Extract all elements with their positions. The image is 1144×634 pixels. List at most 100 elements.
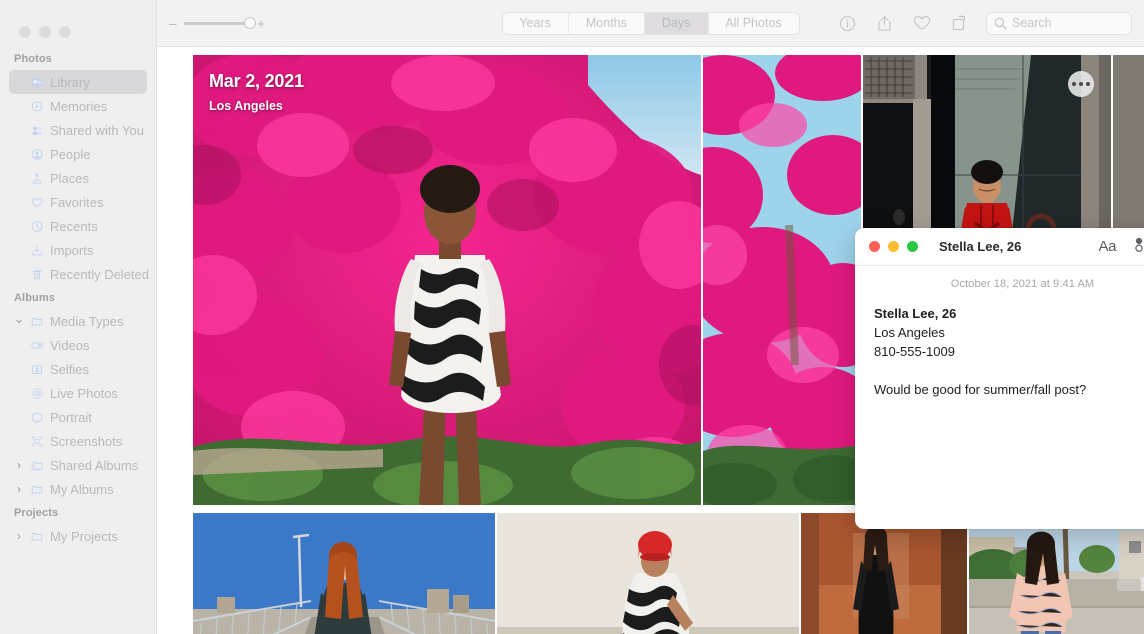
- sidebar-item-label: Media Types: [50, 313, 124, 329]
- search-input[interactable]: Search: [986, 11, 1132, 35]
- sidebar-item-label: Shared Albums: [50, 457, 139, 473]
- notes-blank-line: [874, 361, 1144, 380]
- notes-line: 810-555-1009: [874, 344, 955, 359]
- zoom-slider-knob[interactable]: [244, 17, 256, 29]
- sidebar-item-places[interactable]: Places: [9, 166, 147, 190]
- search-placeholder: Search: [1012, 16, 1052, 30]
- notes-line: Would be good for summer/fall post?: [874, 382, 1087, 397]
- people-icon: [31, 148, 43, 160]
- share-icon[interactable]: [876, 14, 893, 32]
- photo-tile-street[interactable]: [969, 513, 1144, 634]
- chevron-right-icon[interactable]: ›: [14, 483, 24, 495]
- window-traffic-lights: [0, 0, 156, 47]
- sidebar-item-media-types[interactable]: ⌄ Media Types: [9, 309, 147, 333]
- sidebar-item-label: Recents: [50, 218, 98, 234]
- zoom-slider-track[interactable]: [184, 17, 256, 29]
- photo-tile-bridge[interactable]: [193, 513, 495, 634]
- sidebar-item-label: Videos: [50, 337, 90, 353]
- sidebar-item-portrait[interactable]: Portrait: [9, 405, 147, 429]
- notes-traffic-lights: [869, 241, 918, 252]
- notes-date: October 18, 2021 at 9:41 AM: [950, 278, 1095, 290]
- tab-months[interactable]: Months: [569, 12, 645, 34]
- import-arrow-icon: [31, 244, 43, 256]
- view-mode-segmented-control[interactable]: Years Months Days All Photos: [501, 11, 800, 35]
- tab-years[interactable]: Years: [502, 12, 569, 34]
- photos-library-icon: [31, 76, 43, 88]
- sidebar-item-label: Portrait: [50, 409, 92, 425]
- close-button[interactable]: [19, 26, 31, 38]
- chevron-right-icon[interactable]: ›: [14, 459, 24, 471]
- sidebar-item-my-projects[interactable]: › My Projects: [9, 524, 147, 548]
- notes-title: Stella Lee, 26: [939, 239, 1022, 254]
- live-photo-icon: [31, 387, 43, 399]
- sidebar-item-recently-deleted[interactable]: Recently Deleted: [9, 262, 149, 286]
- shared-with-you-icon: [31, 124, 43, 136]
- zoom-button[interactable]: [59, 26, 71, 38]
- sidebar-item-label: Selfies: [50, 361, 90, 377]
- sidebar-item-library[interactable]: Library: [9, 70, 147, 94]
- sidebar-item-label: Live Photos: [50, 385, 118, 401]
- photo-tile-hero[interactable]: Mar 2, 2021 Los Angeles: [193, 55, 701, 505]
- checklist-icon[interactable]: [1135, 237, 1144, 257]
- sidebar-item-screenshots[interactable]: Screenshots: [9, 429, 147, 453]
- sidebar-item-label: Favorites: [50, 194, 104, 210]
- sidebar-item-label: Screenshots: [50, 433, 123, 449]
- rotate-icon[interactable]: [951, 14, 968, 32]
- sidebar-item-shared-albums[interactable]: › Shared Albums: [9, 453, 147, 477]
- chevron-down-icon[interactable]: ⌄: [14, 312, 25, 325]
- heart-icon: [31, 196, 43, 208]
- info-icon[interactable]: [839, 15, 856, 32]
- notes-line: Los Angeles: [874, 325, 945, 340]
- notes-close-button[interactable]: [869, 241, 880, 252]
- sidebar-item-recents[interactable]: Recents: [9, 214, 147, 238]
- sidebar-item-label: Places: [50, 170, 90, 186]
- clock-icon: [31, 220, 43, 232]
- notes-minimize-button[interactable]: [888, 241, 899, 252]
- sidebar-item-label: Memories: [50, 98, 108, 114]
- tab-all-photos[interactable]: All Photos: [708, 13, 798, 34]
- tab-days[interactable]: Days: [644, 12, 709, 34]
- chevron-right-icon[interactable]: ›: [14, 530, 24, 542]
- sidebar-item-label: Shared with You: [50, 122, 144, 138]
- video-camera-icon: [31, 339, 43, 351]
- sidebar-item-live-photos[interactable]: Live Photos: [9, 381, 147, 405]
- toolbar-actions: Search: [839, 11, 1132, 35]
- format-aa-icon[interactable]: Aa: [1098, 238, 1116, 255]
- zoom-slider[interactable]: – +: [169, 17, 265, 30]
- sidebar-item-label: People: [50, 146, 91, 162]
- photo-tile-orange-wall[interactable]: [801, 513, 967, 634]
- folder-icon: [31, 483, 43, 495]
- photo-tile-flowers[interactable]: [703, 55, 861, 505]
- notes-zoom-button[interactable]: [907, 241, 918, 252]
- portrait-cube-icon: [31, 411, 43, 423]
- sidebar-item-label: My Projects: [50, 528, 118, 544]
- sidebar-item-people[interactable]: People: [9, 142, 147, 166]
- sidebar-item-videos[interactable]: Videos: [9, 333, 147, 357]
- places-pin-icon: [31, 172, 43, 184]
- sidebar-group-title-albums: Albums: [14, 292, 55, 304]
- notes-body[interactable]: October 18, 2021 at 9:41 AM Stella Lee, …: [855, 266, 1144, 529]
- search-icon: [994, 17, 1007, 29]
- sidebar-item-selfies[interactable]: Selfies: [9, 357, 147, 381]
- sidebar-item-my-albums[interactable]: › My Albums: [9, 477, 147, 501]
- selfie-icon: [31, 363, 43, 375]
- shared-folder-icon: [31, 459, 43, 471]
- minimize-button[interactable]: [39, 26, 51, 38]
- notes-text-content[interactable]: Stella Lee, 26 Los Angeles 810-555-1009 Wou…: [874, 304, 1144, 399]
- sidebar-group-title-photos: Photos: [14, 53, 52, 65]
- sidebar-item-label: Recently Deleted: [50, 266, 149, 282]
- notes-line: Stella Lee, 26: [874, 306, 957, 321]
- sidebar-item-shared-with-you[interactable]: Shared with You: [9, 118, 147, 142]
- favorite-heart-icon[interactable]: [913, 15, 931, 31]
- sidebar-item-favorites[interactable]: Favorites: [9, 190, 147, 214]
- notes-window[interactable]: Stella Lee, 26 Aa » October 18, 2021 at …: [855, 228, 1144, 529]
- sidebar-item-imports[interactable]: Imports: [9, 238, 147, 262]
- more-options-icon[interactable]: [1068, 71, 1094, 97]
- zoom-out-label[interactable]: –: [169, 17, 177, 30]
- sidebar-item-memories[interactable]: Memories: [9, 94, 147, 118]
- photo-tile-checkerboard[interactable]: [497, 513, 799, 634]
- zoom-in-label[interactable]: +: [257, 17, 265, 30]
- sidebar-item-label: Imports: [50, 242, 94, 258]
- notes-titlebar[interactable]: Stella Lee, 26 Aa »: [855, 228, 1144, 266]
- folder-icon: [31, 530, 43, 542]
